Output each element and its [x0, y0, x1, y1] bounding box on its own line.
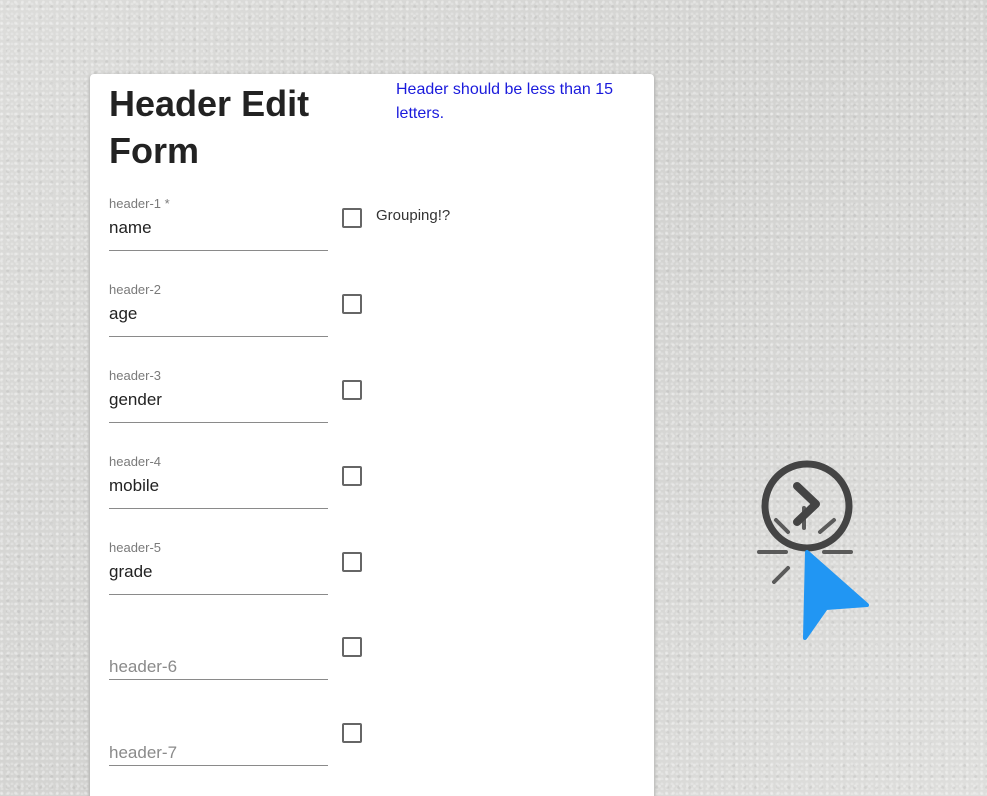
header-2-checkbox[interactable] [342, 294, 362, 314]
header-row-6: header-6 [109, 625, 629, 685]
header-3-checkbox[interactable] [342, 380, 362, 400]
header-1-label: header-1 * [109, 196, 170, 211]
header-1-field[interactable]: header-1 * name [109, 196, 328, 251]
header-row-2: header-2 age [109, 282, 629, 342]
header-row-3: header-3 gender [109, 368, 629, 428]
mouse-pointer-icon [803, 550, 869, 640]
header-4-field[interactable]: header-4 mobile [109, 454, 328, 509]
header-5-field[interactable]: header-5 grade [109, 540, 328, 595]
header-5-checkbox[interactable] [342, 552, 362, 572]
header-row-1: header-1 * name Grouping!? [109, 196, 629, 256]
header-3-value[interactable]: gender [109, 390, 162, 410]
header-edit-form: Header Edit Form Header should be less t… [90, 74, 654, 796]
header-2-label: header-2 [109, 282, 162, 297]
header-2-value[interactable]: age [109, 304, 137, 324]
header-7-field[interactable]: header-7 [109, 711, 328, 766]
header-4-checkbox[interactable] [342, 466, 362, 486]
header-7-checkbox[interactable] [342, 723, 362, 743]
header-6-placeholder[interactable]: header-6 [109, 657, 177, 677]
header-1-grouping-checkbox[interactable] [342, 208, 362, 228]
header-1-value[interactable]: name [109, 218, 152, 238]
header-row-7: header-7 [109, 711, 629, 771]
header-6-field[interactable]: header-6 [109, 625, 328, 680]
header-4-value[interactable]: mobile [109, 476, 159, 496]
form-title: Header Edit Form [109, 83, 310, 171]
click-indicator-icon [757, 460, 869, 640]
grouping-label: Grouping!? [376, 207, 451, 224]
header-2-field[interactable]: header-2 age [109, 282, 328, 337]
header-row-5: header-5 grade [109, 540, 629, 600]
header-6-checkbox[interactable] [342, 637, 362, 657]
header-row-4: header-4 mobile [109, 454, 629, 514]
header-5-value[interactable]: grade [109, 562, 152, 582]
header-5-label: header-5 [109, 540, 162, 555]
header-7-placeholder[interactable]: header-7 [109, 743, 177, 763]
header-3-label: header-3 [109, 368, 162, 383]
validation-hint: Header should be less than 15 letters. [396, 81, 614, 122]
header-3-field[interactable]: header-3 gender [109, 368, 328, 423]
cursor-overlay [750, 458, 880, 648]
header-4-label: header-4 [109, 454, 162, 469]
